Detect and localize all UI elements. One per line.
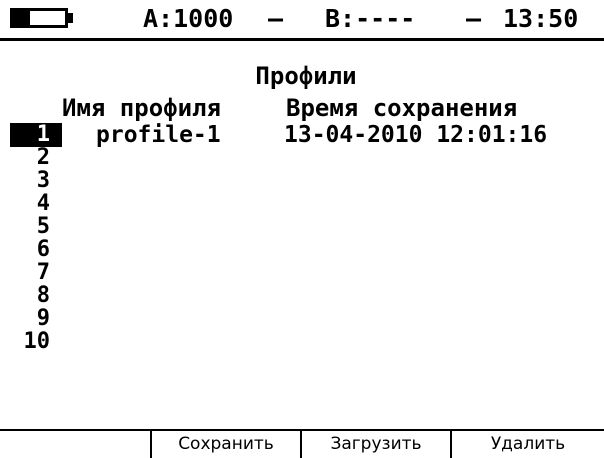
row-index: 9	[36, 306, 50, 331]
channel-a-status: A:1000	[143, 4, 234, 33]
list-item[interactable]: 4	[0, 192, 604, 216]
divider	[0, 38, 604, 41]
status-bar: A:1000 – B:---- – 13:50	[0, 0, 604, 40]
list-item[interactable]: 10	[0, 330, 604, 354]
status-separator: –	[466, 4, 482, 33]
battery-level	[13, 11, 31, 25]
function-key-1[interactable]	[0, 431, 150, 458]
save-button[interactable]: Сохранить	[152, 431, 300, 458]
column-header-time: Время сохранения	[286, 94, 518, 122]
page-title: Профили	[0, 62, 604, 90]
delete-button[interactable]: Удалить	[452, 431, 604, 458]
list-item[interactable]: 5	[0, 215, 604, 239]
battery-terminal	[68, 13, 73, 23]
row-index: 5	[36, 214, 50, 239]
clock: 13:50	[503, 4, 579, 33]
list-item[interactable]: 6	[0, 238, 604, 262]
list-item[interactable]: 8	[0, 284, 604, 308]
row-index: 3	[36, 168, 50, 193]
list-item[interactable]: 1 profile-1 13-04-2010 12:01:16	[0, 123, 604, 147]
page-title-text: Профили	[255, 62, 357, 90]
row-index: 7	[36, 260, 50, 285]
profile-saved-time: 13-04-2010 12:01:16	[284, 122, 548, 148]
row-index: 8	[36, 283, 50, 308]
list-item[interactable]: 2	[0, 146, 604, 170]
row-index: 4	[36, 191, 50, 216]
profile-name: profile-1	[96, 122, 221, 148]
list-item[interactable]: 9	[0, 307, 604, 331]
list-item[interactable]: 7	[0, 261, 604, 285]
column-header-name: Имя профиля	[62, 94, 221, 122]
device-screen: A:1000 – B:---- – 13:50 Профили Имя проф…	[0, 0, 604, 458]
row-index: 10	[23, 329, 51, 354]
row-index: 1	[10, 123, 62, 147]
channel-b-status: B:----	[325, 4, 416, 33]
function-key-bar: Сохранить Загрузить Удалить	[0, 431, 604, 458]
list-item[interactable]: 3	[0, 169, 604, 193]
row-index: 2	[36, 145, 50, 170]
battery-icon	[10, 8, 68, 28]
row-index: 6	[36, 237, 50, 262]
status-separator: –	[268, 4, 284, 33]
load-button[interactable]: Загрузить	[302, 431, 450, 458]
